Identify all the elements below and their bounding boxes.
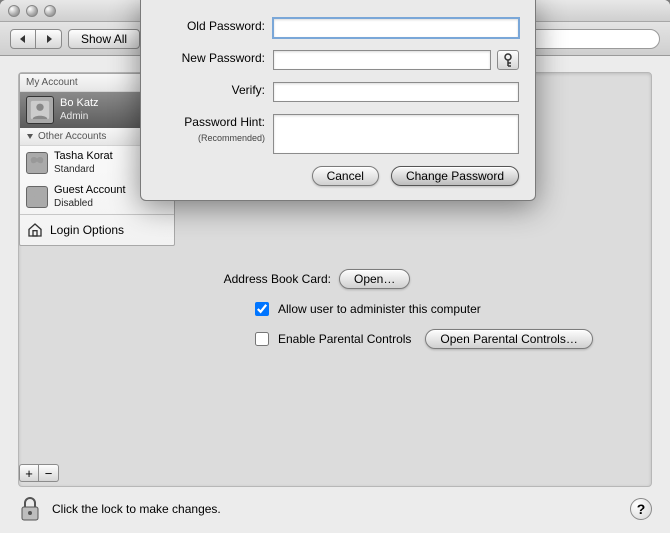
account-name: Guest Account <box>54 184 126 197</box>
remove-account-button[interactable]: − <box>39 464 59 482</box>
password-assistant-button[interactable] <box>497 50 519 70</box>
enable-parental-controls-label: Enable Parental Controls <box>278 332 411 346</box>
password-hint-label: Password Hint: (Recommended) <box>157 114 265 146</box>
verify-password-field[interactable] <box>273 82 519 102</box>
account-name: Bo Katz <box>60 97 99 110</box>
triangle-right-icon <box>44 34 54 44</box>
silhouette-icon <box>28 188 46 206</box>
butterfly-icon <box>28 154 46 172</box>
back-button[interactable] <box>10 29 36 49</box>
old-password-field[interactable] <box>273 18 519 38</box>
account-role: Admin <box>60 110 99 123</box>
new-password-label: New Password: <box>157 50 265 66</box>
help-button[interactable]: ? <box>630 498 652 520</box>
verify-label: Verify: <box>157 82 265 98</box>
nav-segment <box>10 29 62 49</box>
address-book-label: Address Book Card: <box>191 272 331 286</box>
footer: Click the lock to make changes. ? <box>18 495 652 523</box>
add-remove-segment: + − <box>19 464 59 482</box>
login-options-button[interactable]: Login Options <box>20 214 174 245</box>
triangle-left-icon <box>18 34 28 44</box>
other-accounts-label: Other Accounts <box>38 131 106 142</box>
accounts-window: Accounts Show All My Account <box>0 0 670 533</box>
forward-button[interactable] <box>36 29 62 49</box>
lock-text: Click the lock to make changes. <box>52 502 221 516</box>
login-options-label: Login Options <box>50 223 124 237</box>
hint-label-sub: (Recommended) <box>157 130 265 146</box>
hint-label-text: Password Hint: <box>184 115 265 129</box>
avatar <box>26 96 54 124</box>
enable-parental-controls-checkbox[interactable] <box>255 332 269 346</box>
lock-icon <box>19 496 41 522</box>
account-role: Standard <box>54 163 113 176</box>
open-parental-controls-button[interactable]: Open Parental Controls… <box>425 329 592 349</box>
account-role: Disabled <box>54 197 126 210</box>
lock-button[interactable] <box>18 495 42 523</box>
new-password-field[interactable] <box>273 50 491 70</box>
old-password-label: Old Password: <box>157 18 265 34</box>
password-hint-field[interactable] <box>273 114 519 154</box>
add-account-button[interactable]: + <box>19 464 39 482</box>
avatar <box>26 152 48 174</box>
account-name: Tasha Korat <box>54 150 113 163</box>
cancel-button[interactable]: Cancel <box>312 166 379 186</box>
open-address-book-button[interactable]: Open… <box>339 269 410 289</box>
show-all-button[interactable]: Show All <box>68 29 140 49</box>
user-photo-icon <box>29 99 51 121</box>
house-icon <box>26 221 44 239</box>
change-password-sheet: Old Password: New Password: Verify: Pass… <box>140 0 536 201</box>
key-icon <box>502 53 514 67</box>
allow-admin-checkbox[interactable] <box>255 302 269 316</box>
avatar <box>26 186 48 208</box>
change-password-button[interactable]: Change Password <box>391 166 519 186</box>
disclosure-triangle-icon <box>26 133 34 141</box>
allow-admin-label: Allow user to administer this computer <box>278 302 481 316</box>
